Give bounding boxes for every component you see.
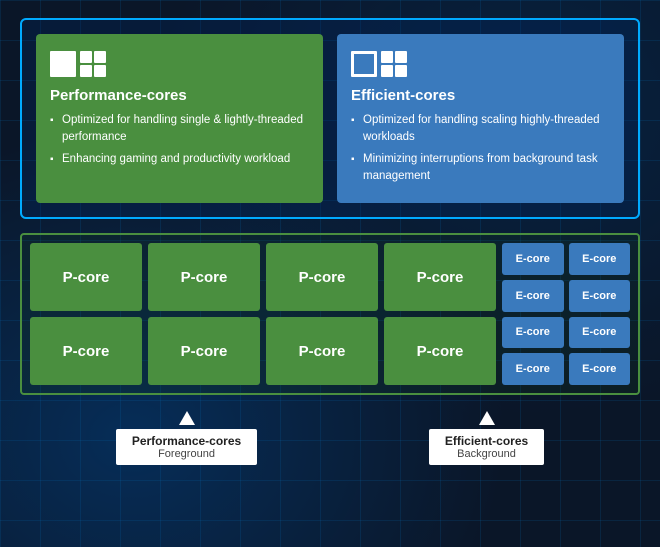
pcore-grid-cell [94,51,106,63]
e-core-cell: E-core [502,280,564,312]
ecore-label-title: Efficient-cores [445,434,528,448]
p-core-cell: P-core [30,243,142,311]
pcore-icon [50,48,309,77]
bottom-labels: Performance-cores Foreground Efficient-c… [20,411,640,465]
e-core-cell: E-core [569,353,631,385]
ecore-arrow-up-icon [479,411,495,425]
pcore-label-box: Performance-cores Foreground [116,411,257,465]
ecore-grid-cell [381,65,393,77]
pcore-big-square-icon [50,51,76,77]
ecore-card: Efficient-cores Optimized for handling s… [337,34,624,203]
pcore-bullet-1: Optimized for handling single & lightly-… [50,112,309,147]
pcore-label-text-box: Performance-cores Foreground [116,429,257,465]
ecore-bullet-2: Minimizing interruptions from background… [351,151,610,186]
ecore-bullets: Optimized for handling scaling highly-th… [351,112,610,185]
main-container: Performance-cores Optimized for handling… [0,0,660,547]
p-core-cell: P-core [148,243,260,311]
ecore-outline-icon [351,51,377,77]
p-cores-grid: P-core P-core P-core P-core P-core P-cor… [30,243,496,385]
p-core-cell: P-core [266,317,378,385]
p-core-cell: P-core [384,243,496,311]
pcore-card-title: Performance-cores [50,87,309,104]
pcore-grid-cell [80,65,92,77]
ecore-label-box: Efficient-cores Background [429,411,544,465]
core-grid-section: P-core P-core P-core P-core P-core P-cor… [20,233,640,395]
p-core-cell: P-core [266,243,378,311]
ecore-label-subtitle: Background [445,448,528,460]
p-core-cell: P-core [384,317,496,385]
e-core-cell: E-core [569,317,631,349]
e-core-cell: E-core [569,243,631,275]
ecore-small-grid-icon [381,51,407,77]
pcore-label-title: Performance-cores [132,434,241,448]
pcore-label-subtitle: Foreground [132,448,241,460]
ecore-label-text-box: Efficient-cores Background [429,429,544,465]
ecore-bullet-1: Optimized for handling scaling highly-th… [351,112,610,147]
p-core-cell: P-core [30,317,142,385]
ecore-grid-cell [395,65,407,77]
e-core-cell: E-core [502,353,564,385]
e-core-cell: E-core [502,317,564,349]
ecore-card-title: Efficient-cores [351,87,610,104]
top-cards-section: Performance-cores Optimized for handling… [20,18,640,219]
pcore-card: Performance-cores Optimized for handling… [36,34,323,203]
pcore-small-grid-icon [80,51,106,77]
e-core-cell: E-core [502,243,564,275]
pcore-bullets: Optimized for handling single & lightly-… [50,112,309,168]
ecore-grid-cell [395,51,407,63]
ecore-grid-cell [381,51,393,63]
e-core-cell: E-core [569,280,631,312]
p-core-cell: P-core [148,317,260,385]
pcore-grid-cell [94,65,106,77]
pcore-arrow-up-icon [179,411,195,425]
pcore-grid-cell [80,51,92,63]
ecore-icon [351,48,610,77]
e-cores-grid: E-core E-core E-core E-core E-core E-cor… [502,243,630,385]
pcore-bullet-2: Enhancing gaming and productivity worklo… [50,151,309,168]
